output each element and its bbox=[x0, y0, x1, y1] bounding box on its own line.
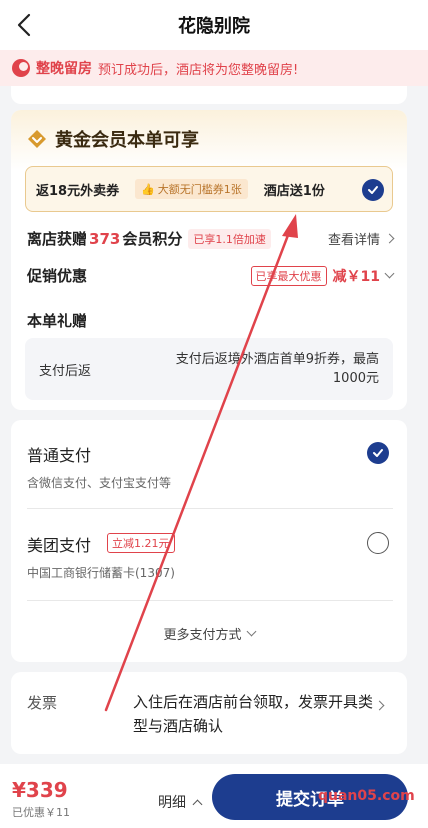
page-title: 花隐别院 bbox=[178, 16, 250, 37]
invoice-text: 入住后在酒店前台领取，发票开具类型与酒店确认 bbox=[133, 693, 374, 735]
more-payment-label: 更多支付方式 bbox=[163, 628, 242, 643]
payment-card: 普通支付 含微信支付、支付宝支付等 美团支付 立减1.21元 中国工商银行储蓄卡… bbox=[11, 420, 407, 662]
points-prefix: 离店获赠 bbox=[27, 230, 88, 248]
pay-discount-badge: 立减1.21元 bbox=[107, 533, 175, 553]
overnight-notice: 整晚留房 预订成功后，酒店将为您整晚留房! bbox=[0, 50, 428, 86]
divider bbox=[27, 508, 393, 509]
perk-badge: 👍 大额无门槛券1张 bbox=[135, 179, 248, 199]
perk-coupon: 返18元外卖券 bbox=[36, 183, 120, 199]
perk-hotel-gift: 酒店送1份 bbox=[263, 183, 325, 199]
points-details-link[interactable]: 查看详情 bbox=[327, 229, 395, 248]
gift-label: 本单礼赠 bbox=[27, 312, 88, 330]
gift-row: 本单礼赠 bbox=[27, 310, 393, 331]
pay-option-meituan-title[interactable]: 美团支付 bbox=[27, 532, 91, 556]
invoice-label: 发票 bbox=[27, 694, 58, 712]
moon-icon bbox=[12, 59, 30, 77]
pay-option-normal-sub: 含微信支付、支付宝支付等 bbox=[27, 476, 172, 490]
back-icon[interactable] bbox=[14, 12, 36, 38]
perk-badge-label: 大额无门槛券1张 bbox=[157, 183, 242, 196]
points-row: 离店获赠 373 会员积分 已享1.1倍加速 查看详情 bbox=[27, 228, 395, 249]
pay-meituan-radio[interactable] bbox=[367, 532, 389, 554]
chevron-up-icon bbox=[192, 799, 203, 809]
top-bar: 花隐别院 bbox=[0, 0, 428, 50]
gift-box: 支付后返 支付后返境外酒店首单9折券，最高1000元 bbox=[25, 338, 393, 400]
chevron-right-icon bbox=[384, 233, 395, 244]
chevron-down-icon bbox=[246, 626, 256, 637]
more-payment-methods[interactable]: 更多支付方式 bbox=[11, 624, 407, 643]
thumb-up-icon: 👍 bbox=[141, 182, 155, 196]
total-price: ¥339 bbox=[12, 778, 68, 802]
invoice-card[interactable]: 发票 入住后在酒店前台领取，发票开具类型与酒店确认 bbox=[11, 672, 407, 754]
member-perk-selector[interactable]: 返18元外卖券 👍 大额无门槛券1张 酒店送1份 bbox=[25, 166, 393, 212]
member-title: 黄金会员本单可享 bbox=[55, 130, 199, 151]
pay-normal-check-icon[interactable] bbox=[367, 442, 389, 464]
gold-member-icon bbox=[28, 130, 46, 148]
perk-check-icon[interactable] bbox=[362, 179, 384, 201]
divider bbox=[27, 600, 393, 601]
points-speed-badge: 已享1.1倍加速 bbox=[188, 228, 271, 249]
points-value: 373 bbox=[89, 229, 121, 248]
promo-summary: 已享最大优惠 减￥11 bbox=[250, 265, 395, 286]
price-detail-toggle[interactable]: 明细 bbox=[158, 792, 203, 812]
gift-description: 支付后返境外酒店首单9折券，最高1000元 bbox=[175, 352, 379, 386]
pay-option-normal-title[interactable]: 普通支付 bbox=[27, 442, 91, 466]
promo-amount: 减￥11 bbox=[332, 268, 380, 285]
promo-row[interactable]: 促销优惠 已享最大优惠 减￥11 bbox=[27, 265, 395, 286]
member-benefits-card: 黄金会员本单可享 返18元外卖券 👍 大额无门槛券1张 酒店送1份 离店获赠 3… bbox=[11, 110, 407, 410]
promo-label: 促销优惠 bbox=[27, 267, 88, 285]
gift-left-label: 支付后返 bbox=[39, 364, 92, 379]
notice-tag: 整晚留房 bbox=[36, 61, 92, 77]
member-header: 黄金会员本单可享 bbox=[27, 126, 199, 152]
saved-amount: 已优惠￥11 bbox=[12, 806, 70, 819]
previous-card-bottom bbox=[11, 86, 407, 104]
watermark: quan05.com bbox=[318, 788, 415, 804]
chevron-down-icon bbox=[384, 268, 395, 279]
detail-label: 明细 bbox=[158, 795, 186, 811]
notice-text: 预订成功后，酒店将为您整晚留房! bbox=[98, 62, 299, 78]
promo-badge: 已享最大优惠 bbox=[250, 265, 327, 286]
pay-option-meituan-sub: 中国工商银行储蓄卡(1307) bbox=[27, 566, 175, 580]
points-suffix: 会员积分 bbox=[122, 230, 183, 248]
points-details-label: 查看详情 bbox=[327, 233, 380, 248]
